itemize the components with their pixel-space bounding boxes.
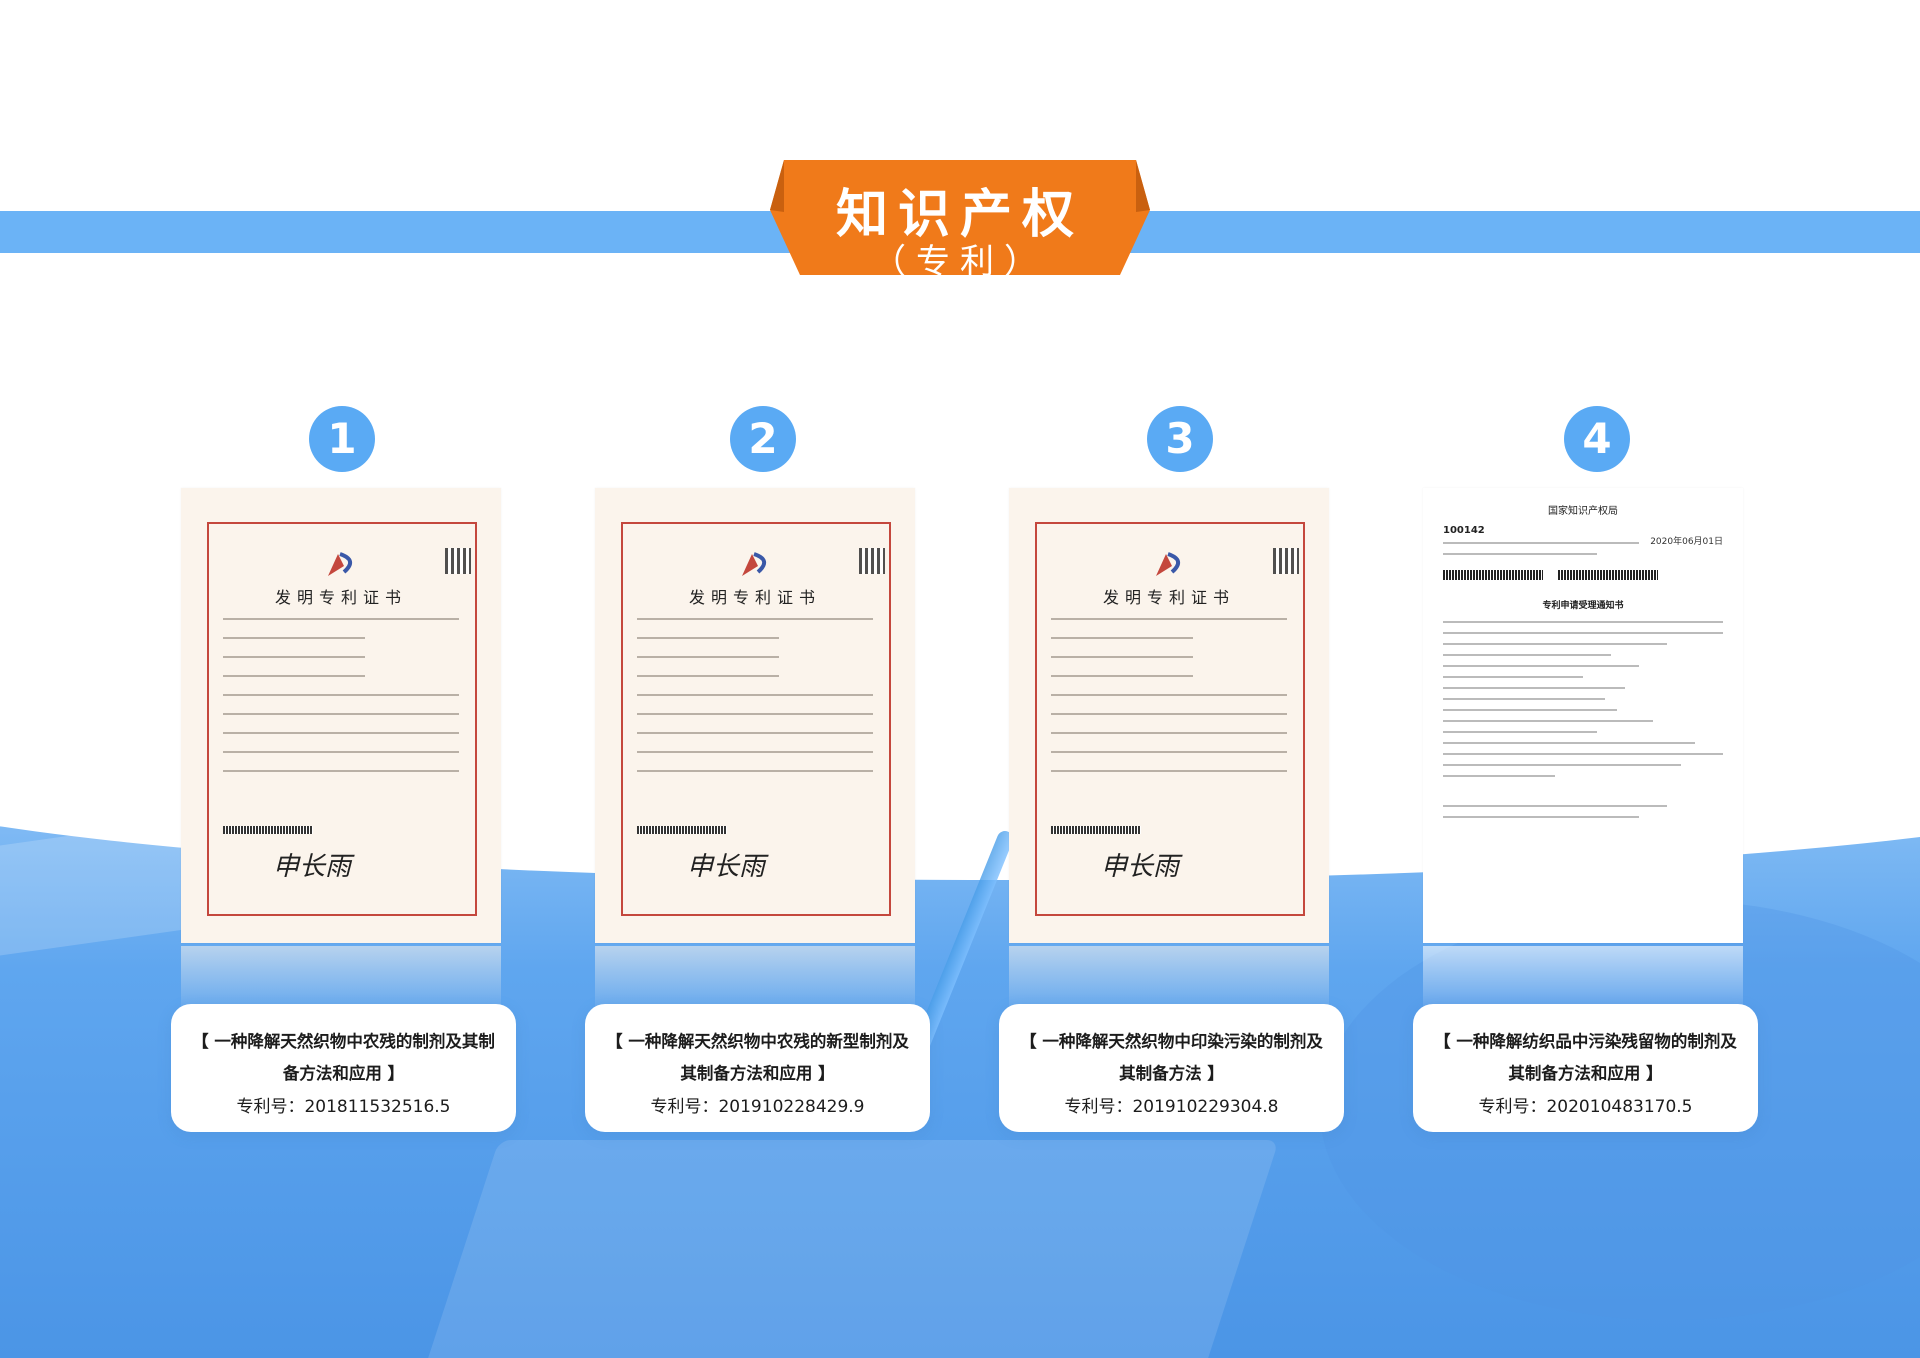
signature: 申长雨 (1101, 852, 1180, 882)
barcode-icon (637, 826, 727, 834)
notice-heading: 专利申请受理通知书 (1542, 601, 1624, 611)
barcode-icon (223, 826, 313, 834)
notice-date: 2020年06月01日 (1650, 537, 1723, 547)
patent-caption: 【 一种降解天然织物中印染污染的制剂及其制备方法 】 专利号：201910229… (999, 1004, 1344, 1132)
certificate-image: 发明专利证书 申长雨 (595, 488, 915, 943)
barcode-icon (1051, 826, 1141, 834)
certificate-title: 发明专利证书 (274, 588, 407, 607)
certificate-text-lines (1051, 618, 1287, 789)
certificate-text-lines (637, 618, 873, 789)
barcode-icon (1443, 570, 1543, 580)
patent-number: 专利号：202010483170.5 (1478, 1097, 1693, 1117)
cnipa-logo-icon (328, 552, 352, 576)
barcode-icon (1558, 570, 1659, 580)
patent-number: 专利号：201811532516.5 (236, 1097, 451, 1117)
patent-title: 【 一种降解纺织品中污染残留物的制剂及其制备方法和应用 】 (1434, 1032, 1737, 1083)
certificate-image: 发明专利证书 申长雨 (181, 488, 501, 943)
notice-header: 国家知识产权局 100142 2020年06月01日 专利申请受理通知书 (1443, 502, 1723, 827)
patent-caption: 【 一种降解天然织物中农残的制剂及其制备方法和应用 】 专利号：20181153… (171, 1004, 516, 1132)
patent-caption: 【 一种降解天然织物中农残的新型制剂及其制备方法和应用 】 专利号：201910… (585, 1004, 930, 1132)
patent-caption: 【 一种降解纺织品中污染残留物的制剂及其制备方法和应用 】 专利号：202010… (1413, 1004, 1758, 1132)
patent-title: 【 一种降解天然织物中农残的新型制剂及其制备方法和应用 】 (606, 1032, 909, 1083)
certificate-image: 发明专利证书 申长雨 (1009, 488, 1329, 943)
patent-title: 【 一种降解天然织物中农残的制剂及其制备方法和应用 】 (192, 1032, 495, 1083)
number-badge: 4 (1564, 406, 1630, 472)
page-subtitle: （专利） (872, 242, 1048, 282)
number-badge: 3 (1147, 406, 1213, 472)
patent-number: 专利号：201910228429.9 (650, 1097, 865, 1117)
patent-title: 【 一种降解天然织物中印染污染的制剂及其制备方法 】 (1020, 1032, 1323, 1083)
certificate-title: 发明专利证书 (688, 588, 821, 607)
certificate-title: 发明专利证书 (1102, 588, 1235, 607)
qr-code-icon (445, 548, 471, 574)
qr-code-icon (1273, 548, 1299, 574)
notice-office: 国家知识产权局 (1548, 506, 1618, 517)
number-badge: 2 (730, 406, 796, 472)
title-tab: 知识产权 （专利） (770, 160, 1150, 282)
patent-number: 专利号：201910229304.8 (1064, 1097, 1279, 1117)
notice-image: 国家知识产权局 100142 2020年06月01日 专利申请受理通知书 (1423, 488, 1743, 943)
signature: 申长雨 (687, 852, 766, 882)
cnipa-logo-icon (1156, 552, 1180, 576)
signature: 申长雨 (273, 852, 352, 882)
qr-code-icon (859, 548, 885, 574)
background-well-plate (421, 1140, 1279, 1358)
cnipa-logo-icon (742, 552, 766, 576)
number-badge: 1 (309, 406, 375, 472)
certificate-text-lines (223, 618, 459, 789)
